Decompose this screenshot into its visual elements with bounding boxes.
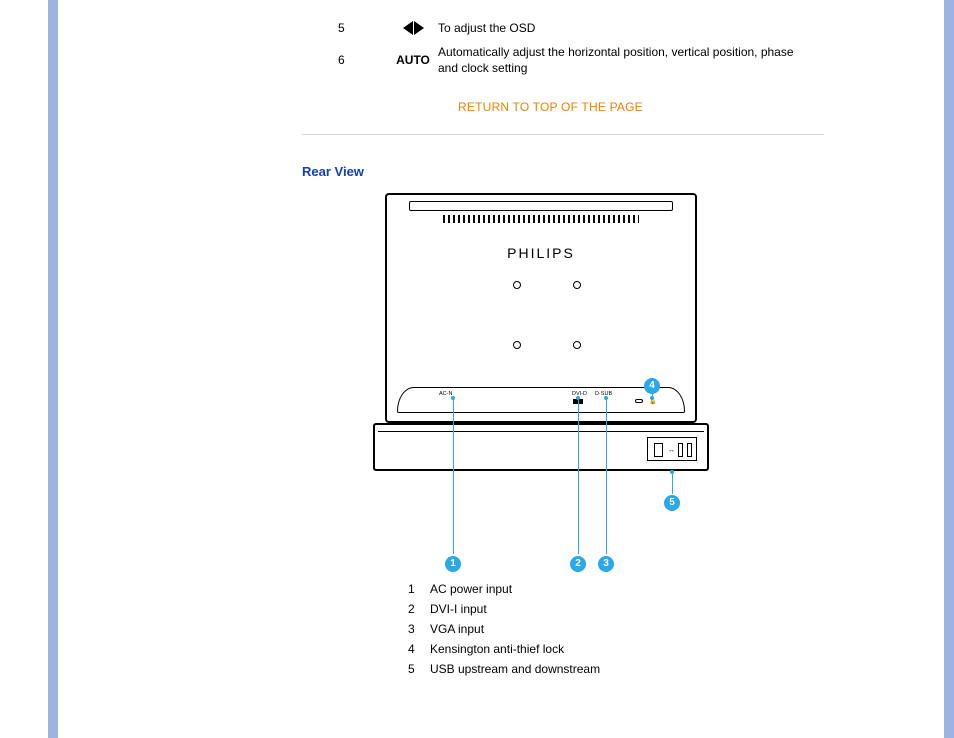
legend-row: 5USB upstream and downstream bbox=[408, 662, 600, 676]
legend-text: Kensington anti-thief lock bbox=[430, 642, 564, 656]
callout-leader bbox=[453, 398, 454, 554]
legend-num: 3 bbox=[408, 622, 430, 636]
legend-text: DVI-I input bbox=[430, 602, 487, 616]
callout-bubble-3: 3 bbox=[598, 556, 614, 572]
legend-text: AC power input bbox=[430, 582, 512, 596]
legend-num: 2 bbox=[408, 602, 430, 616]
callout-leader bbox=[606, 398, 607, 554]
callout-bubble-5: 5 bbox=[664, 495, 680, 511]
rear-view-heading: Rear View bbox=[302, 164, 364, 179]
adjust-arrows-icon bbox=[388, 21, 438, 35]
table-row: 6 AUTO Automatically adjust the horizont… bbox=[338, 44, 798, 76]
callout-leader bbox=[578, 398, 579, 554]
auto-label: AUTO bbox=[396, 53, 430, 67]
brand-logo: PHILIPS bbox=[387, 245, 695, 261]
section-divider bbox=[302, 134, 824, 135]
legend-text: VGA input bbox=[430, 622, 484, 636]
left-accent-bar bbox=[48, 0, 58, 738]
legend-row: 1AC power input bbox=[408, 582, 600, 596]
usb-ports: ↔ bbox=[647, 437, 697, 461]
callout-legend: 1AC power input 2DVI-I input 3VGA input … bbox=[408, 582, 600, 682]
callout-bubble-1: 1 bbox=[445, 556, 461, 572]
callout-bubble-4: 4 bbox=[644, 378, 660, 394]
row-description: Automatically adjust the horizontal posi… bbox=[438, 44, 798, 76]
callout-leader bbox=[672, 472, 673, 494]
rear-view-diagram: PHILIPS AC-N DVI-D D·SUB 🔒 ↔ bbox=[373, 190, 713, 490]
legend-row: 4Kensington anti-thief lock bbox=[408, 642, 600, 656]
legend-num: 1 bbox=[408, 582, 430, 596]
legend-row: 3VGA input bbox=[408, 622, 600, 636]
legend-num: 5 bbox=[408, 662, 430, 676]
row-number: 5 bbox=[338, 21, 388, 35]
legend-row: 2DVI-I input bbox=[408, 602, 600, 616]
document-content: 5 To adjust the OSD 6 AUTO Automatically… bbox=[58, 0, 944, 738]
controls-table: 5 To adjust the OSD 6 AUTO Automatically… bbox=[338, 20, 798, 85]
row-description: To adjust the OSD bbox=[438, 20, 535, 36]
legend-num: 4 bbox=[408, 642, 430, 656]
callout-bubble-2: 2 bbox=[570, 556, 586, 572]
return-to-top-link[interactable]: RETURN TO TOP OF THE PAGE bbox=[458, 100, 643, 114]
row-number: 6 bbox=[338, 53, 388, 67]
table-row: 5 To adjust the OSD bbox=[338, 20, 798, 36]
monitor-stand: ↔ bbox=[373, 423, 709, 471]
right-accent-bar bbox=[944, 0, 954, 738]
legend-text: USB upstream and downstream bbox=[430, 662, 600, 676]
